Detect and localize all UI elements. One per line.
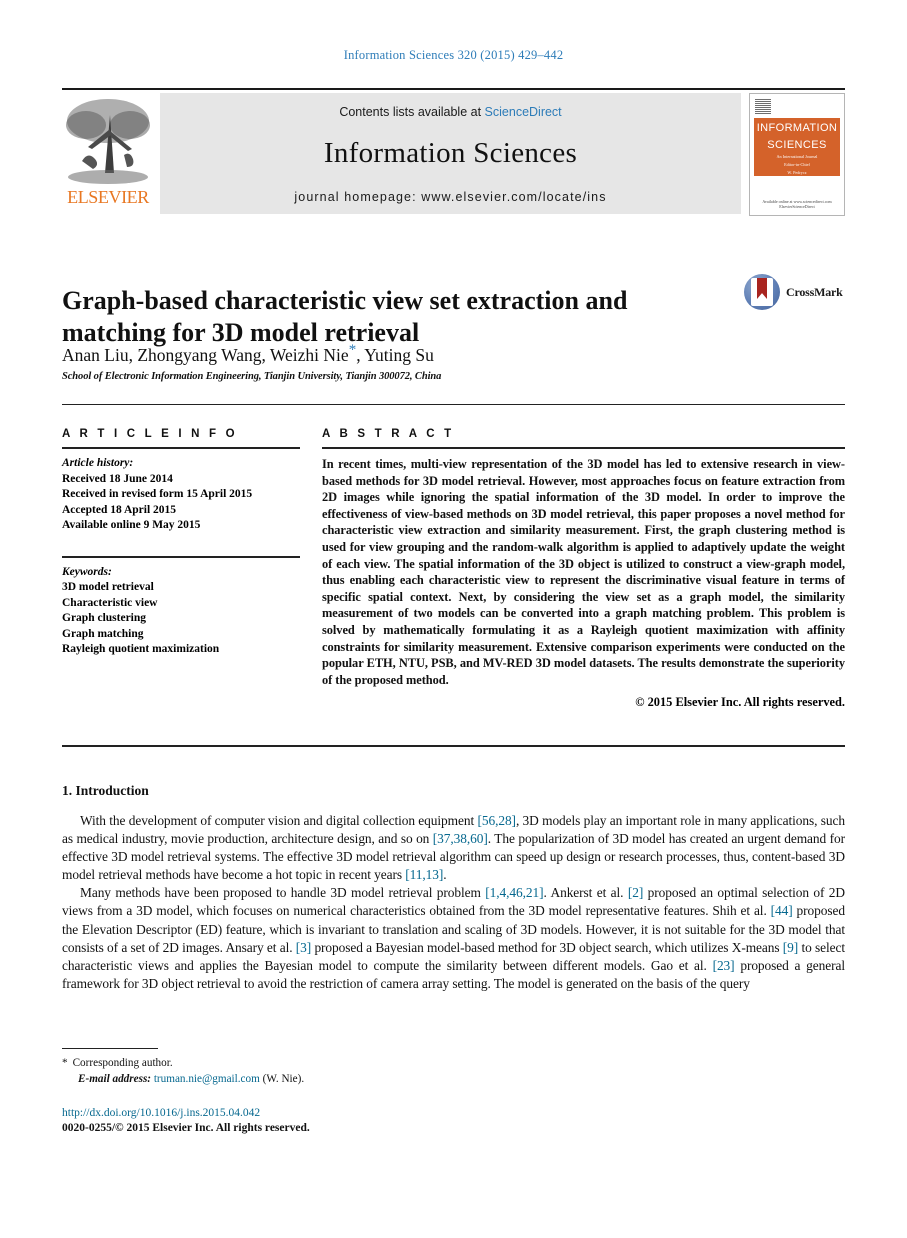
citation-ref[interactable]: [56,28]: [477, 813, 516, 828]
abstract-heading: A B S T R A C T: [322, 428, 455, 440]
cover-elsevier-icon: [755, 98, 771, 114]
cover-footer: Available online at www.sciencedirect.co…: [750, 199, 844, 209]
abstract-bottom-divider: [62, 745, 845, 747]
page-title: Graph-based characteristic view set extr…: [62, 286, 628, 348]
cover-title-panel: INFORMATION SCIENCES An International Jo…: [754, 118, 840, 187]
list-item: Graph matching: [62, 627, 144, 640]
p1-s1: With the development of computer vision …: [80, 813, 478, 828]
article-info-column: A R T I C L E I N F O Article history: R…: [62, 428, 300, 658]
abstract-rule: [322, 447, 845, 449]
doi-link[interactable]: http://dx.doi.org/10.1016/j.ins.2015.04.…: [62, 1106, 562, 1121]
cover-editor-name: W. Pedrycz: [787, 170, 807, 175]
p2-s2: . Ankerst et al.: [543, 885, 628, 901]
email-label: E-mail address:: [78, 1072, 152, 1085]
list-item: Accepted 18 April 2015: [62, 503, 177, 516]
list-item: Rayleigh quotient maximization: [62, 643, 220, 655]
article-info-heading: A R T I C L E I N F O: [62, 428, 238, 440]
abstract-copyright: © 2015 Elsevier Inc. All rights reserved…: [635, 695, 845, 710]
journal-homepage-link[interactable]: journal homepage: www.elsevier.com/locat…: [160, 190, 741, 204]
cover-footer-publisher: ElsevierScienceDirect: [779, 204, 815, 209]
citation-ref[interactable]: [11,13]: [405, 867, 443, 882]
list-item: 3D model retrieval: [62, 581, 154, 593]
journal-cover-block: INFORMATION SCIENCES An International Jo…: [749, 93, 845, 216]
footnote-divider: [62, 1048, 158, 1049]
corresponding-author-text: Corresponding author.: [72, 1057, 173, 1069]
citation-ref[interactable]: [1,4,46,21]: [485, 885, 543, 900]
abstract-column: A B S T R A C T In recent times, multi-v…: [322, 428, 845, 710]
list-item: Received in revised form 15 April 2015: [62, 488, 253, 500]
list-item: Received 18 June 2014: [62, 472, 173, 485]
p2-s1: Many methods have been proposed to handl…: [80, 885, 486, 901]
abstract-text: In recent times, multi-view representati…: [322, 457, 845, 687]
citation-ref[interactable]: [2]: [628, 885, 643, 900]
contents-line: Contents lists available at ScienceDirec…: [160, 105, 741, 119]
paper-page: Information Sciences 320 (2015) 429–442: [0, 0, 907, 1238]
citation-ref[interactable]: [3]: [296, 940, 311, 955]
info-top-divider: [62, 404, 845, 405]
footnote-block: * Corresponding author. E-mail address: t…: [62, 1056, 482, 1087]
keywords-label: Keywords:: [62, 565, 112, 578]
elsevier-wordmark: ELSEVIER: [67, 187, 149, 207]
p2-s5: proposed a Bayesian model-based method f…: [311, 939, 783, 955]
article-history-label: Article history:: [62, 457, 134, 469]
contents-prefix: Contents lists available at: [339, 105, 482, 119]
cover-editor-label: Editor-in-Chief: [784, 162, 810, 167]
elsevier-tree-icon: [64, 95, 152, 187]
cover-divider: [764, 178, 830, 179]
issn-copyright-line: 0020-0255/© 2015 Elsevier Inc. All right…: [62, 1122, 310, 1134]
list-item: Graph clustering: [62, 612, 147, 624]
section-heading-introduction: 1. Introduction: [62, 783, 149, 798]
email-note: E-mail address: truman.nie@gmail.com (W.…: [62, 1072, 482, 1088]
body-text: With the development of computer vision …: [62, 812, 845, 993]
journal-band: Contents lists available at ScienceDirec…: [160, 93, 741, 214]
footnote-star: *: [62, 1057, 68, 1069]
citation-ref[interactable]: [37,38,60]: [433, 831, 488, 846]
list-item: Characteristic view: [62, 596, 158, 609]
cover-title-line2: SCIENCES: [767, 138, 827, 151]
journal-masthead: ELSEVIER Contents lists available at Sci…: [62, 88, 845, 216]
cover-title-line1: INFORMATION: [756, 122, 838, 134]
author-list: Anan Liu, Zhongyang Wang, Weizhi Nie*, Y…: [62, 343, 762, 366]
email-link[interactable]: truman.nie@gmail.com: [154, 1073, 260, 1085]
article-history-list: Received 18 June 2014 Received in revise…: [62, 472, 300, 534]
running-head: Information Sciences 320 (2015) 429–442: [343, 48, 564, 62]
crossmark-label: CrossMark: [786, 284, 843, 299]
doi-block: http://dx.doi.org/10.1016/j.ins.2015.04.…: [62, 1106, 562, 1136]
authors-before-mark: Anan Liu, Zhongyang Wang, Weizhi Nie: [62, 345, 349, 365]
authors-after-mark: , Yuting Su: [356, 345, 434, 365]
citation-ref[interactable]: [23]: [713, 958, 735, 973]
cover-subtitle: An International Journal: [776, 154, 818, 159]
paragraph-2: Many methods have been proposed to handl…: [62, 884, 845, 993]
crossmark-icon: [744, 274, 780, 310]
citation-ref[interactable]: [44]: [771, 903, 793, 918]
email-owner: (W. Nie).: [262, 1072, 305, 1085]
citation-ref[interactable]: [9]: [783, 940, 798, 955]
elsevier-logo-block: ELSEVIER: [62, 93, 154, 214]
p1-s4: .: [443, 867, 447, 883]
keywords-rule: [62, 555, 300, 558]
crossmark-badge[interactable]: CrossMark: [744, 272, 844, 312]
affiliation: School of Electronic Information Enginee…: [62, 371, 442, 382]
article-info-rule: [62, 447, 300, 449]
cover-tagline: AN INTERNATIONAL JOURNAL: [766, 182, 828, 187]
keywords-list: 3D model retrieval Characteristic view G…: [62, 580, 300, 658]
sciencedirect-link[interactable]: ScienceDirect: [485, 105, 562, 119]
corresponding-author-note: * Corresponding author.: [62, 1056, 482, 1072]
journal-cover-thumbnail: INFORMATION SCIENCES An International Jo…: [749, 93, 845, 216]
list-item: Available online 9 May 2015: [62, 519, 201, 531]
journal-title: Information Sciences: [323, 137, 578, 169]
paragraph-1: With the development of computer vision …: [62, 812, 845, 884]
